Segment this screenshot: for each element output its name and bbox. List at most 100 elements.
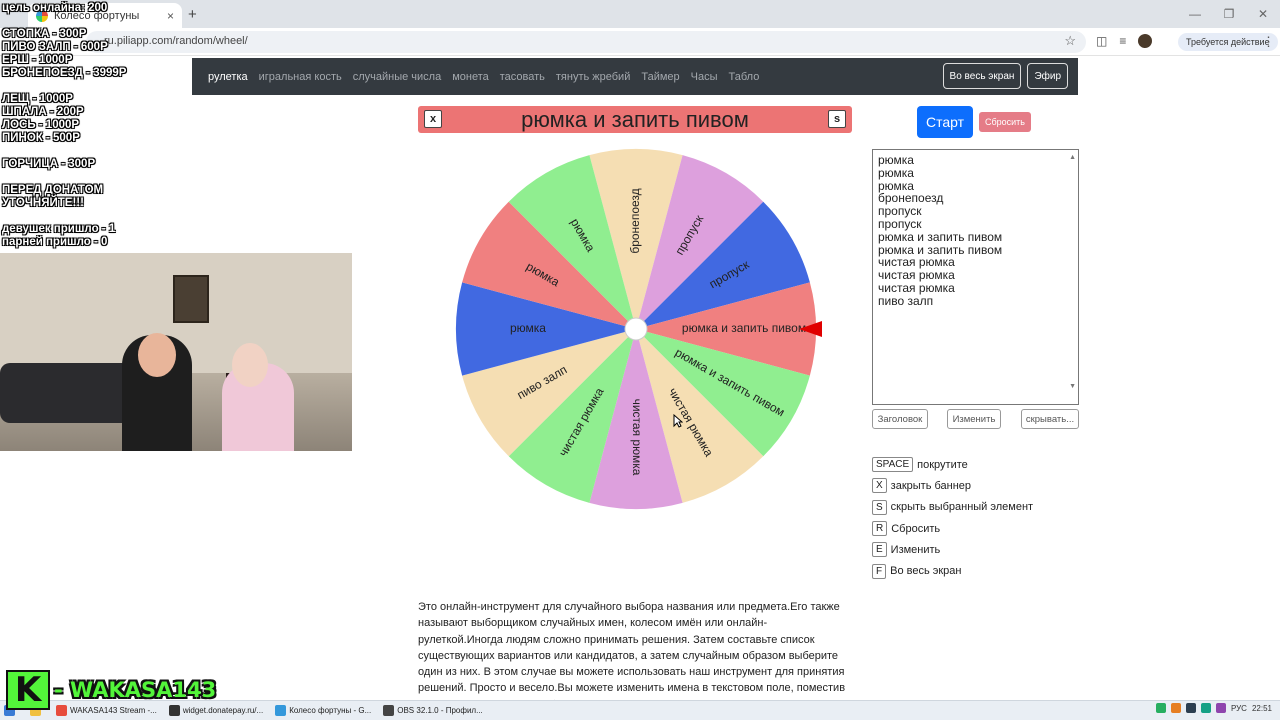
nav-item-0[interactable]: рулетка xyxy=(208,71,248,83)
tray-app-icon[interactable] xyxy=(1200,703,1211,713)
browser-toolbar: ru.piliapp.com/random/wheel/ ☆ ◫ ≡ xyxy=(0,28,1280,56)
reset-button[interactable]: Сбросить xyxy=(979,112,1031,132)
list-buttons: Заголовок Изменить скрывать... xyxy=(872,409,1079,429)
banner-close-key[interactable]: x xyxy=(424,110,442,128)
overlay-line: парней пришло - 0 xyxy=(2,236,108,248)
shortcut-label: Изменить xyxy=(890,543,941,556)
clock[interactable]: 22:51 xyxy=(1252,704,1272,713)
bookmark-star-icon[interactable]: ☆ xyxy=(1064,33,1076,49)
nav-item-3[interactable]: монета xyxy=(452,71,489,83)
overlay-line: ШПАЛА - 200Р xyxy=(2,106,84,118)
tab-close-icon[interactable]: × xyxy=(167,9,174,23)
overlay-line: ПИВО ЗАЛП - 600Р xyxy=(2,41,108,53)
profile-avatar[interactable] xyxy=(1138,34,1153,48)
minimize-icon[interactable]: — xyxy=(1178,0,1212,28)
shortcut-label: Во весь экран xyxy=(890,565,962,578)
start-button[interactable]: Старт xyxy=(917,106,973,138)
shortcut-key: E xyxy=(872,542,887,558)
tray-app-icon[interactable] xyxy=(1185,703,1196,713)
nav-item-4[interactable]: тасовать xyxy=(500,71,545,83)
name-line: пиво залп xyxy=(878,293,934,308)
overlay-line: УТОЧНЯЙТЕ!!! xyxy=(2,197,84,209)
language-indicator[interactable]: РУС xyxy=(1231,704,1247,713)
site-navbar: рулетка игральная кость случайные числа мон… xyxy=(192,58,1078,95)
shortcut-key: X xyxy=(872,478,887,494)
overlay-line: девушек пришло - 1 xyxy=(2,223,116,235)
channel-name: - WAKASA143 xyxy=(54,678,217,702)
reading-list-icon[interactable]: ≡ xyxy=(1119,34,1126,48)
shortcut-label: Сбросить xyxy=(891,522,941,535)
name-line: рюмка и запить пивом xyxy=(878,229,1003,244)
shortcut-label: скрыть выбранный элемент xyxy=(890,501,1034,514)
webcam-feed xyxy=(0,253,352,451)
shortcut-row: Sскрыть выбранный элемент xyxy=(872,497,1033,518)
overlay-line: СТОПКА - 300Р xyxy=(2,28,87,40)
stream-overlay-text: цель онлайна: 200 СТОПКА - 300Р ПИВО ЗАЛП … xyxy=(2,2,126,249)
shortcut-row: Xзакрыть баннер xyxy=(872,475,1033,496)
address-bar[interactable]: ru.piliapp.com/random/wheel/ ☆ xyxy=(86,31,1086,53)
tray-app-icon[interactable] xyxy=(1215,703,1226,713)
overlay-line: цель онлайна: 200 xyxy=(2,2,108,14)
shortcut-row: SPACE покрутите xyxy=(872,454,1033,475)
browser-menu-icon[interactable]: ⋮ xyxy=(1262,34,1275,50)
banner-text: рюмка и запить пивом xyxy=(521,106,749,132)
title-button[interactable]: Заголовок xyxy=(872,409,928,429)
overlay-line: ЛЕЩ - 1000Р xyxy=(2,93,73,105)
nav-item-8[interactable]: Табло xyxy=(729,71,760,83)
wheel-segment-label: рюмка xyxy=(510,321,546,335)
fullscreen-button[interactable]: Во весь экран xyxy=(942,63,1022,89)
shortcut-key: F xyxy=(872,563,887,579)
wheel-hub xyxy=(624,317,648,341)
mouse-cursor-icon xyxy=(673,414,683,428)
new-tab-button[interactable]: + xyxy=(188,6,197,23)
nav-item-6[interactable]: Таймер xyxy=(641,71,679,83)
scroll-up-icon[interactable]: ▲ xyxy=(1069,152,1076,165)
taskbar-app[interactable]: OBS 32.1.0 - Профил... xyxy=(379,702,487,720)
name-line: рюмка xyxy=(878,165,914,180)
name-line: чистая рюмка xyxy=(878,280,955,295)
window-controls: — ❐ ✕ xyxy=(1178,0,1280,28)
overlay-line: ПИНОК - 500Р xyxy=(2,132,80,144)
wheel-segment-label: чистая рюмка xyxy=(630,399,644,476)
restore-icon[interactable]: ❐ xyxy=(1212,0,1246,28)
toolbar-icons: ◫ ≡ xyxy=(1096,34,1153,48)
app-icon xyxy=(275,705,287,716)
edit-button[interactable]: Изменить xyxy=(947,409,1001,429)
taskbar-app-label: Колесо фортуны - G... xyxy=(289,706,372,715)
name-line: рюмка xyxy=(878,153,914,167)
nav-item-1[interactable]: игральная кость xyxy=(259,71,342,83)
app-icon xyxy=(383,705,395,716)
taskbar-app-label: OBS 32.1.0 - Профил... xyxy=(397,706,483,715)
close-window-icon[interactable]: ✕ xyxy=(1246,0,1280,28)
nav-item-2[interactable]: случайные числа xyxy=(353,71,441,83)
overlay-line: ГОРЧИЦА - 300Р xyxy=(2,158,96,170)
shortcut-label: покрутите xyxy=(917,458,968,471)
wheel-segment-label: бронепоезд xyxy=(628,188,642,253)
tray-app-icon[interactable] xyxy=(1155,703,1166,713)
wall-poster xyxy=(173,275,209,323)
nav-item-5[interactable]: тянуть жребий xyxy=(556,71,630,83)
shortcut-key: SPACE xyxy=(872,457,914,473)
name-line: пропуск xyxy=(878,216,922,231)
overlay-line: ПЕРЕД ДОНАТОМ xyxy=(2,184,104,196)
taskbar-app[interactable]: Колесо фортуны - G... xyxy=(271,702,375,720)
hide-button[interactable]: скрывать... xyxy=(1021,409,1079,429)
result-banner: x рюмка и запить пивом s xyxy=(418,106,852,133)
logo-letter: K xyxy=(6,670,50,710)
broadcast-button[interactable]: Эфир xyxy=(1027,63,1068,89)
nav-item-7[interactable]: Часы xyxy=(691,71,718,83)
overlay-line: ЛОСЬ - 1000Р xyxy=(2,119,80,131)
names-textarea[interactable]: ▲ ▼ рюмка рюмка рюмка бронепоезд пропуск проп… xyxy=(872,149,1079,405)
shortcut-row: E Изменить xyxy=(872,539,1033,560)
extensions-icon[interactable]: ◫ xyxy=(1096,34,1107,48)
wheel-svg[interactable]: бронепоезд пропускпропускрюмка и запить п… xyxy=(455,148,822,510)
browser-tabstrip: Колесо фортуны × + — ❐ ✕ xyxy=(0,0,1280,28)
shortcut-label: закрыть баннер xyxy=(890,479,972,492)
scroll-down-icon[interactable]: ▼ xyxy=(1069,381,1076,394)
system-tray: РУС 22:51 xyxy=(1155,703,1272,713)
banner-hide-key[interactable]: s xyxy=(828,110,846,128)
fortune-wheel[interactable]: бронепоезд пропуск пропуск рюмка и запить п… xyxy=(455,148,822,510)
tray-app-icon[interactable] xyxy=(1170,703,1181,713)
overlay-line: ЕРШ - 1000Р xyxy=(2,54,73,66)
keyboard-shortcuts: SPACE покрутите Xзакрыть баннер Sскрыть выб… xyxy=(872,454,1033,582)
